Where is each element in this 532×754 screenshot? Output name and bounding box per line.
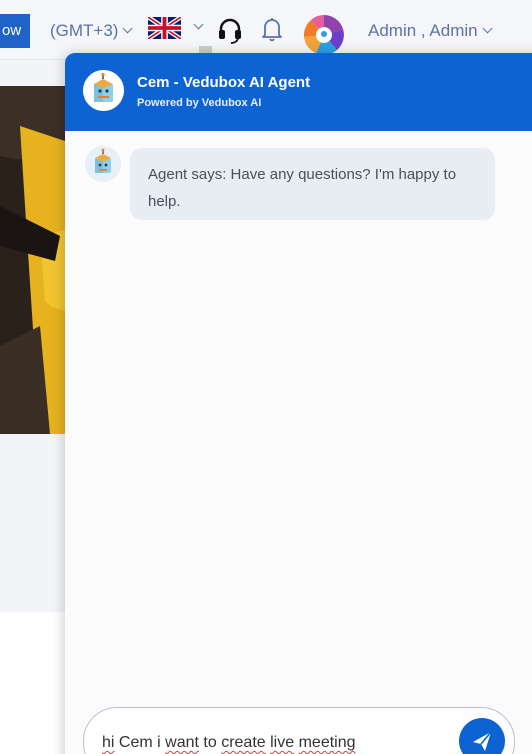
paper-plane-icon (473, 731, 492, 751)
chat-header: Cem - Vedubox AI Agent Powered by Vedubo… (65, 53, 532, 131)
timezone-label: (GMT+3) (50, 21, 119, 40)
chat-messages (65, 131, 532, 754)
chat-title: Cem - Vedubox AI Agent (137, 74, 311, 91)
now-button[interactable]: ow (0, 14, 30, 48)
send-button[interactable] (459, 718, 505, 754)
agent-robot-icon (83, 70, 124, 111)
user-menu[interactable]: Admin , Admin (368, 19, 493, 43)
bell-icon[interactable] (260, 16, 284, 42)
chevron-down-icon (123, 23, 133, 34)
user-name: Admin , Admin (368, 21, 478, 40)
chat-subtitle: Powered by Vedubox AI (137, 97, 262, 109)
agent-avatar-icon (85, 146, 121, 182)
top-bar: ow (GMT+3) Admin , Admin (0, 0, 532, 60)
uk-flag-icon[interactable] (148, 17, 181, 39)
chevron-down-icon (482, 23, 493, 34)
avatar[interactable] (302, 13, 346, 57)
message-input-text[interactable]: hi Cem i want to create live meeting (102, 728, 442, 754)
language-chevron-down-icon[interactable] (193, 19, 204, 30)
agent-message-bubble: Agent says: Have any questions? I'm happ… (130, 148, 495, 220)
headset-icon[interactable] (216, 16, 244, 44)
chat-panel: Cem - Vedubox AI Agent Powered by Vedubo… (65, 53, 532, 754)
timezone-selector[interactable]: (GMT+3) (50, 19, 133, 43)
message-input[interactable]: hi Cem i want to create live meeting (83, 707, 515, 754)
